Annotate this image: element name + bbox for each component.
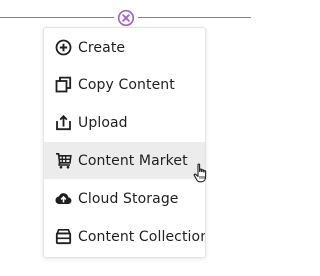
menu-item-label: Content Collection: [78, 228, 206, 245]
menu-item-content-market[interactable]: Content Market: [44, 142, 205, 179]
close-circle-icon: [117, 9, 135, 27]
menu-item-label: Upload: [78, 114, 128, 131]
cart-icon: [55, 152, 72, 169]
add-content-menu: Create Copy Content Upload Content Marke…: [43, 27, 206, 258]
plus-circle-icon: [55, 39, 72, 56]
menu-item-label: Content Market: [78, 152, 188, 169]
close-button[interactable]: [117, 9, 135, 27]
copy-icon: [55, 76, 72, 93]
upload-icon: [55, 114, 72, 131]
menu-item-content-collection[interactable]: Content Collection: [44, 218, 205, 255]
divider-line-left: [0, 17, 114, 18]
menu-item-label: Copy Content: [78, 76, 175, 93]
menu-item-cloud-storage[interactable]: Cloud Storage: [44, 180, 205, 217]
cloud-upload-icon: [55, 190, 72, 207]
menu-item-label: Create: [78, 39, 126, 56]
menu-item-copy-content[interactable]: Copy Content: [44, 66, 205, 103]
divider-line-right: [138, 17, 251, 18]
menu-item-upload[interactable]: Upload: [44, 104, 205, 141]
archive-icon: [55, 228, 72, 245]
menu-item-create[interactable]: Create: [44, 29, 205, 66]
menu-item-label: Cloud Storage: [78, 190, 179, 207]
